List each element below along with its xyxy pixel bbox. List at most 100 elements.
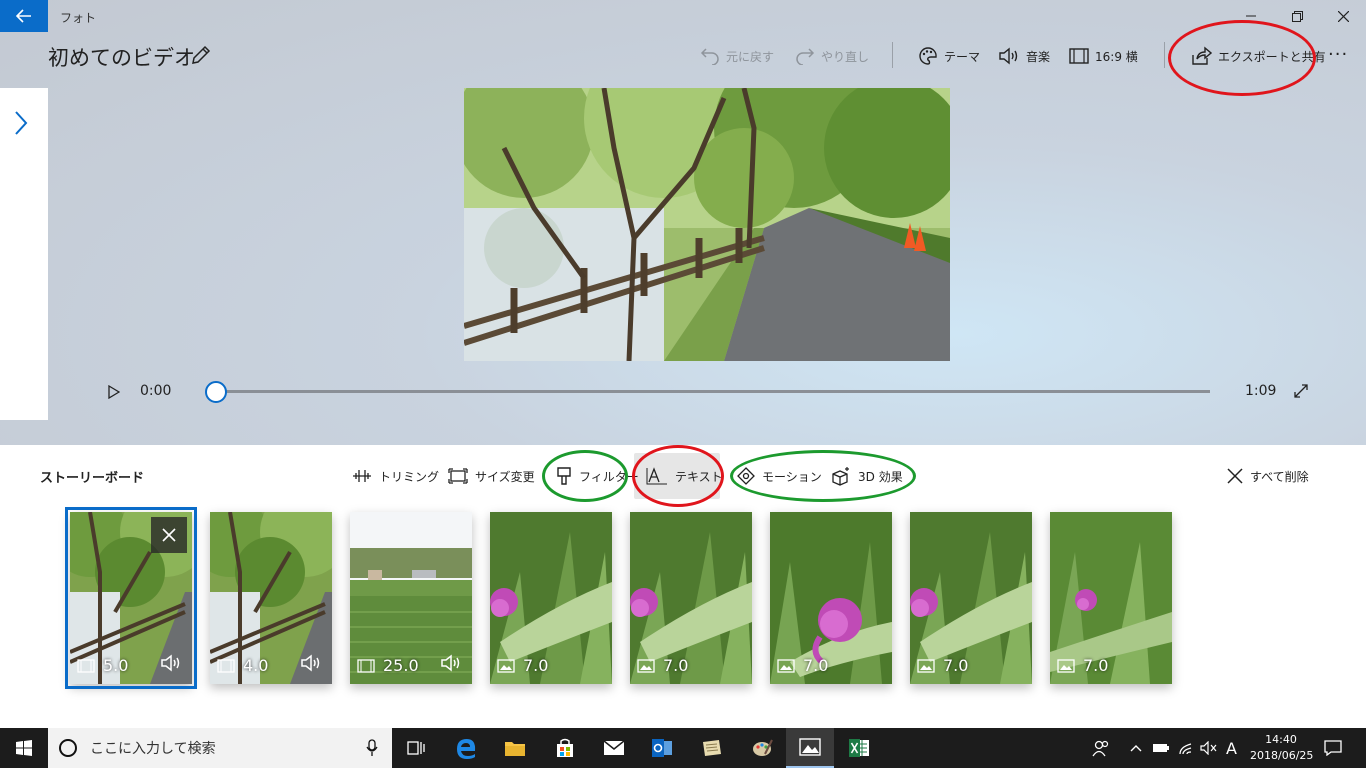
storyboard-clip[interactable]: 25.0	[350, 512, 472, 684]
start-button[interactable]	[0, 728, 48, 768]
more-button[interactable]: ···	[1328, 44, 1348, 65]
search-box[interactable]: ここに入力して検索	[48, 728, 392, 768]
storyboard-clip[interactable]: 7.0	[770, 512, 892, 684]
duration: 1:09	[1245, 383, 1277, 399]
seek-track[interactable]	[216, 390, 1210, 393]
speaker-icon[interactable]	[440, 654, 462, 672]
divider	[892, 42, 893, 68]
storyboard-clip[interactable]: 7.0	[490, 512, 612, 684]
film-icon	[357, 658, 375, 673]
people-icon	[1092, 740, 1109, 757]
clip-info: 7.0	[1057, 656, 1108, 675]
speaker-icon[interactable]	[300, 654, 322, 672]
app-name: フォト	[60, 11, 97, 25]
undo-label: 元に戻す	[726, 49, 775, 64]
annotation-red-circle	[1168, 20, 1316, 96]
taskbar-excel[interactable]	[835, 728, 883, 768]
forest-path-image	[464, 88, 950, 361]
music-button[interactable]: 音楽	[998, 44, 1050, 68]
windows-logo-icon	[16, 740, 32, 756]
resize-icon	[448, 468, 468, 484]
taskbar-app[interactable]	[688, 728, 736, 768]
people-button[interactable]	[1092, 728, 1110, 768]
music-label: 音楽	[1026, 49, 1051, 64]
clip-info: 7.0	[917, 656, 968, 675]
resize-button[interactable]: サイズ変更	[448, 465, 535, 487]
project-title[interactable]: 初めてのビデオ	[48, 42, 195, 72]
remove-clip-button[interactable]	[151, 517, 187, 553]
storyboard-clip[interactable]: 7.0	[630, 512, 752, 684]
clock-time: 14:40	[1265, 733, 1297, 746]
storyboard-panel: ストーリーボード トリミング サイズ変更 フィルター テキスト モーション 3D…	[0, 445, 1366, 728]
chevron-up-icon	[1130, 745, 1142, 752]
back-button[interactable]	[0, 0, 48, 32]
clip-duration: 7.0	[663, 656, 689, 675]
fullscreen-icon[interactable]	[1294, 384, 1308, 398]
show-hidden-icons[interactable]	[1130, 728, 1142, 768]
close-icon	[1227, 468, 1243, 484]
clip-duration: 7.0	[1083, 656, 1109, 675]
taskbar-edge[interactable]	[442, 728, 490, 768]
image-icon	[637, 658, 655, 673]
chevron-right-icon[interactable]	[14, 110, 28, 136]
task-view-button[interactable]	[392, 728, 440, 768]
mail-icon	[603, 740, 625, 755]
speaker-icon[interactable]	[160, 654, 182, 672]
play-icon[interactable]	[108, 385, 120, 399]
editor-area: フォト 初めてのビデオ 元に戻す やり直し テーマ 音楽 16:9 横 エクスポ…	[0, 0, 1366, 445]
taskbar-store[interactable]	[541, 728, 589, 768]
current-time: 0:00	[140, 383, 172, 399]
clip-duration: 25.0	[383, 656, 419, 675]
network-button[interactable]	[1178, 728, 1194, 768]
annotation-red-circle	[632, 445, 724, 507]
delete-all-button[interactable]: すべて削除	[1227, 465, 1309, 487]
undo-button[interactable]: 元に戻す	[700, 44, 774, 68]
microphone-icon[interactable]	[366, 739, 378, 757]
divider	[1164, 42, 1165, 68]
pencil-icon[interactable]	[190, 44, 212, 66]
battery-button[interactable]	[1152, 728, 1170, 768]
storyboard-clip[interactable]: 4.0	[210, 512, 332, 684]
taskbar-photos[interactable]	[786, 728, 834, 768]
clip-duration: 7.0	[943, 656, 969, 675]
ime-indicator[interactable]: A	[1226, 728, 1237, 768]
storyboard-clip[interactable]: 7.0	[910, 512, 1032, 684]
image-icon	[1057, 658, 1075, 673]
aspect-ratio-button[interactable]: 16:9 横	[1069, 44, 1138, 68]
action-center-button[interactable]	[1324, 728, 1342, 768]
trim-button[interactable]: トリミング	[352, 465, 439, 487]
close-button[interactable]	[1320, 0, 1366, 32]
taskbar-paint[interactable]	[738, 728, 786, 768]
excel-icon	[849, 739, 869, 757]
clip-duration: 4.0	[243, 656, 269, 675]
taskbar-outlook[interactable]	[638, 728, 686, 768]
video-preview	[464, 88, 950, 361]
film-icon	[77, 658, 95, 673]
cortana-icon	[59, 739, 77, 757]
clip-info: 4.0	[217, 656, 268, 675]
clip-info: 25.0	[357, 656, 419, 675]
storyboard-clip[interactable]: 7.0	[1050, 512, 1172, 684]
clip-duration: 5.0	[103, 656, 129, 675]
arrow-left-icon	[16, 9, 31, 23]
taskbar-mail[interactable]	[590, 728, 638, 768]
volume-button[interactable]	[1200, 728, 1218, 768]
taskbar-explorer[interactable]	[491, 728, 539, 768]
close-icon	[1337, 10, 1349, 22]
clip-info: 7.0	[497, 656, 548, 675]
seek-handle[interactable]	[205, 381, 227, 403]
redo-button[interactable]: やり直し	[795, 44, 869, 68]
image-icon	[777, 658, 795, 673]
theme-button[interactable]: テーマ	[918, 44, 980, 68]
playback-bar: 0:00 1:09	[0, 378, 1366, 408]
notebook-icon	[703, 740, 721, 756]
restore-icon	[1291, 10, 1303, 22]
search-placeholder: ここに入力して検索	[90, 741, 216, 757]
clock[interactable]: 14:40 2018/06/25	[1250, 732, 1313, 764]
storyboard-title: ストーリーボード	[40, 471, 145, 486]
volume-muted-icon	[1200, 741, 1217, 755]
storyboard-clip[interactable]: 5.0	[65, 507, 197, 689]
speaker-icon	[999, 47, 1018, 65]
taskbar: ここに入力して検索 A 14:40 2018/06/25	[0, 728, 1366, 768]
theme-label: テーマ	[944, 49, 981, 64]
